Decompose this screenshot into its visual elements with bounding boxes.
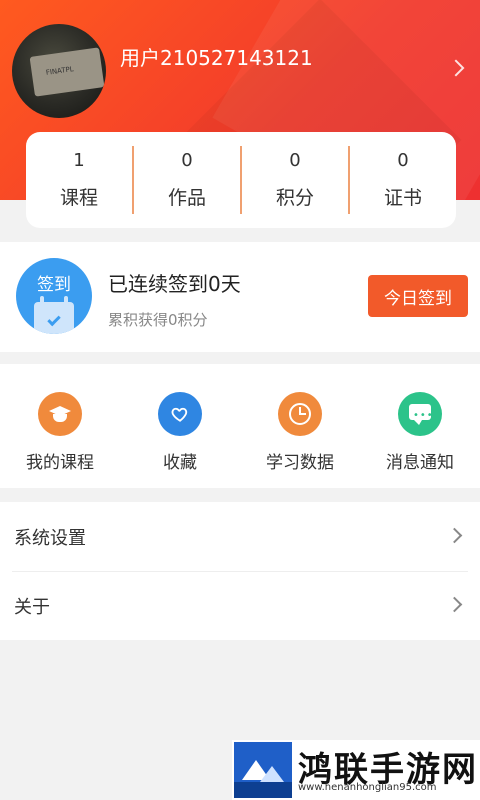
chevron-right-icon xyxy=(446,527,463,544)
stat-label: 作品 xyxy=(167,187,206,209)
stats-card: 1 课程 0 作品 0 积分 0 证书 xyxy=(26,132,456,228)
watermark-url: www.henanhonglian95.com xyxy=(298,782,437,793)
menu-item-label: 关于 xyxy=(14,596,50,618)
stat-courses[interactable]: 1 课程 xyxy=(26,150,132,210)
checkin-today-button[interactable]: 今日签到 xyxy=(368,275,468,317)
checkin-subtitle: 累积获得0积分 xyxy=(108,311,208,329)
quick-action-my-courses[interactable]: 我的课程 xyxy=(0,364,120,488)
menu-item-label: 系统设置 xyxy=(14,527,86,549)
graduation-cap-icon xyxy=(38,392,82,436)
watermark: 鸿联手游网 www.henanhonglian95.com xyxy=(232,740,480,800)
stat-points[interactable]: 0 积分 xyxy=(242,150,348,210)
heart-icon xyxy=(158,392,202,436)
quick-action-label: 消息通知 xyxy=(386,453,454,473)
stat-value: 1 xyxy=(73,150,85,171)
avatar-text: FINATPL xyxy=(45,65,75,77)
quick-actions: 我的课程 收藏 学习数据 ••• 消息通知 xyxy=(0,364,480,488)
message-icon: ••• xyxy=(398,392,442,436)
settings-menu: 系统设置 关于 xyxy=(0,502,480,640)
stat-label: 课程 xyxy=(59,187,98,209)
stat-label: 积分 xyxy=(275,187,314,209)
menu-item-about[interactable]: 关于 xyxy=(0,571,480,640)
quick-action-label: 收藏 xyxy=(163,453,197,473)
checkin-title: 已连续签到0天 xyxy=(108,272,241,296)
stat-value: 0 xyxy=(181,150,193,171)
stat-value: 0 xyxy=(397,150,409,171)
stat-works[interactable]: 0 作品 xyxy=(134,150,240,210)
avatar[interactable]: FINATPL xyxy=(12,24,106,118)
stat-label: 证书 xyxy=(383,187,422,209)
watermark-logo-icon xyxy=(234,742,292,798)
quick-action-favorites[interactable]: 收藏 xyxy=(120,364,240,488)
chevron-right-icon xyxy=(446,596,463,613)
calendar-check-icon: 签到 xyxy=(16,258,92,334)
menu-item-system-settings[interactable]: 系统设置 xyxy=(0,502,480,571)
quick-action-label: 学习数据 xyxy=(266,453,334,473)
quick-action-study-data[interactable]: 学习数据 xyxy=(240,364,360,488)
stat-certificates[interactable]: 0 证书 xyxy=(350,150,456,210)
quick-action-notifications[interactable]: ••• 消息通知 xyxy=(360,364,480,488)
stat-value: 0 xyxy=(289,150,301,171)
quick-action-label: 我的课程 xyxy=(26,453,94,473)
username[interactable]: 用户210527143121 xyxy=(120,42,313,71)
clock-icon xyxy=(278,392,322,436)
checkin-icon-label: 签到 xyxy=(37,275,71,295)
